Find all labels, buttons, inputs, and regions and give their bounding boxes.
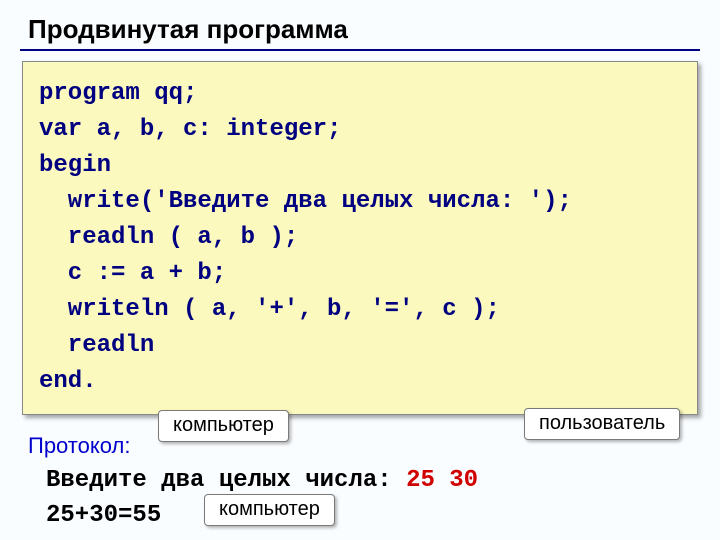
title-underline	[20, 49, 700, 51]
output-prompt: Введите два целых числа:	[46, 467, 392, 494]
slide-title: Продвинутая программа	[0, 0, 720, 49]
callout-user: пользователь	[524, 408, 680, 440]
code-text: program qq; var a, b, c: integer; begin …	[39, 76, 681, 400]
user-input: 25 30	[406, 467, 478, 494]
callout-computer-bottom: компьютер	[204, 494, 335, 526]
callout-computer-top: компьютер	[158, 410, 289, 442]
output-line-1: Введите два целых числа: 25 30	[0, 459, 720, 494]
code-block: program qq; var a, b, c: integer; begin …	[22, 61, 698, 415]
output-line-2: 25+30=55	[0, 494, 720, 529]
